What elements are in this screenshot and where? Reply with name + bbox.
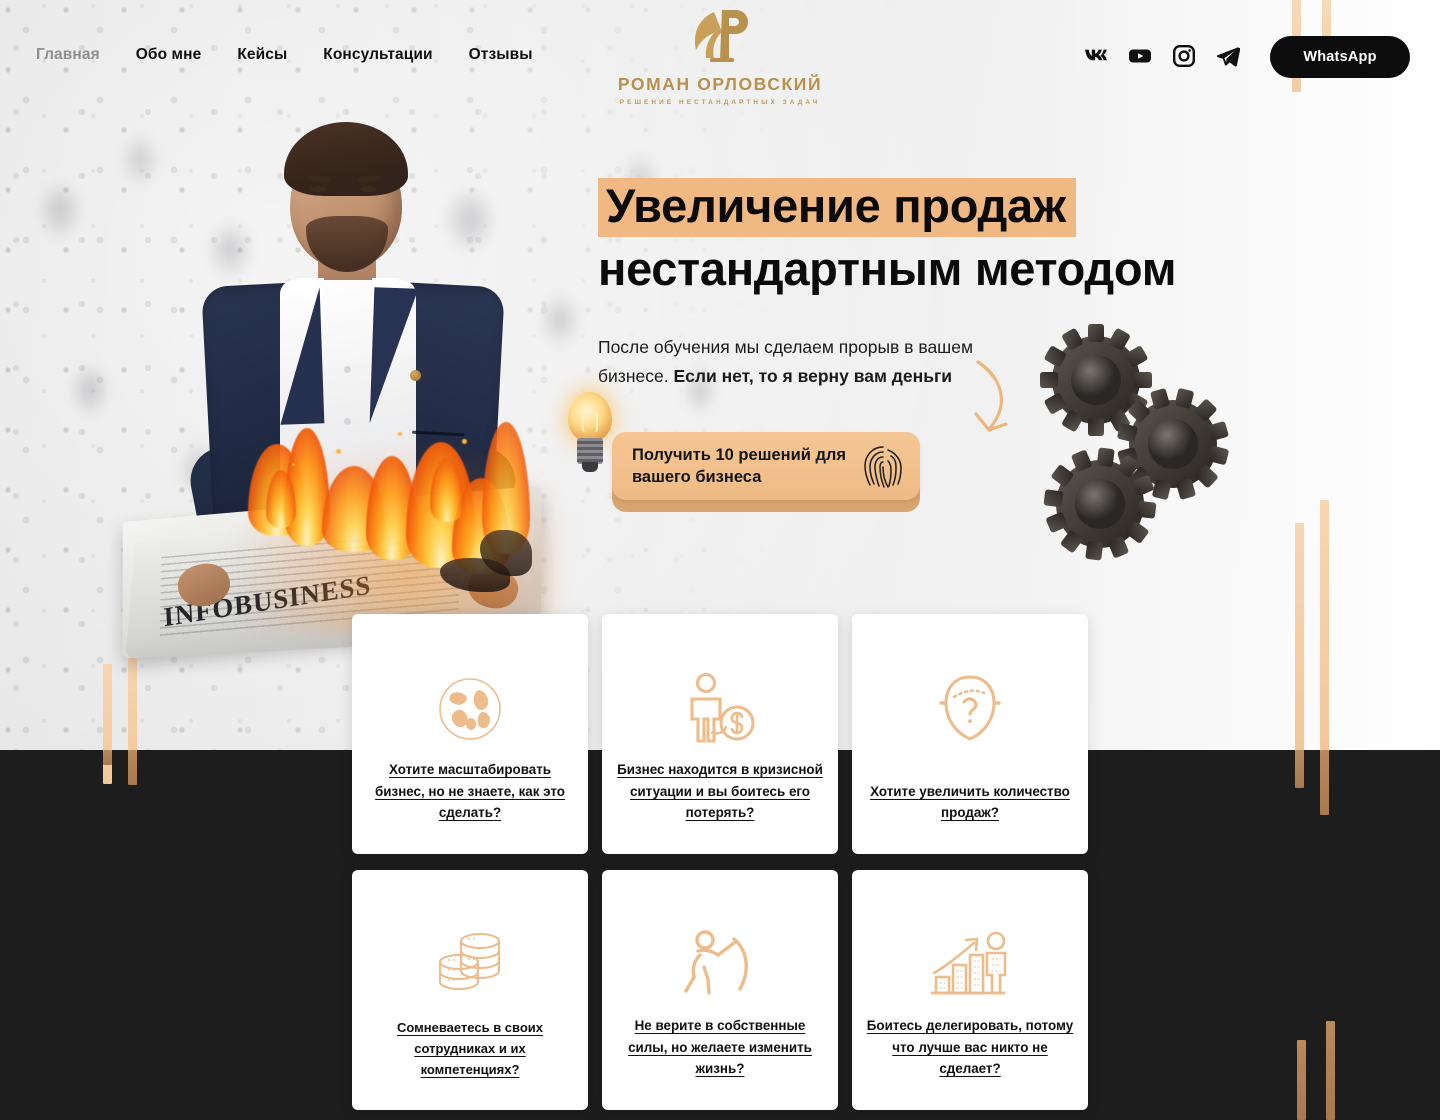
instagram-icon[interactable] xyxy=(1172,44,1196,68)
card-afraid-to-delegate[interactable]: Боитесь делегировать, потому что лучше в… xyxy=(852,870,1088,1110)
decor-bar-right-1-dark xyxy=(1320,750,1329,815)
lightbulb-icon xyxy=(562,392,620,484)
fire-flames xyxy=(230,412,560,632)
nav-item-keysy[interactable]: Кейсы xyxy=(237,46,287,64)
site-header: Главная Обо мне Кейсы Консультации Отзыв… xyxy=(0,0,1440,112)
hero-title-rest: нестандартным методом xyxy=(598,241,1177,295)
social-links xyxy=(1084,44,1240,68)
card-label: Хотите увеличить количество продаж? xyxy=(870,783,1070,821)
card-business-crisis[interactable]: Бизнес находится в кризисной ситуации и … xyxy=(602,614,838,854)
decor-bar-left-2 xyxy=(103,664,112,784)
card-doubt-employees[interactable]: Сомневаетесь в своих сотрудниках и их ко… xyxy=(352,870,588,1110)
youtube-icon[interactable] xyxy=(1128,44,1152,68)
card-increase-sales[interactable]: Хотите увеличить количество продаж? xyxy=(852,614,1088,854)
logo-tagline: РЕШЕНИЕ НЕСТАНДАРТНЫХ ЗАДАЧ xyxy=(619,99,821,106)
coins-stack-icon xyxy=(430,922,510,1008)
nav-item-otzyvy[interactable]: Отзывы xyxy=(469,46,533,64)
card-label: Бизнес находится в кризисной ситуации и … xyxy=(617,761,823,821)
site-logo[interactable]: РОМАН ОРЛОВСКИЙ РЕШЕНИЕ НЕСТАНДАРТНЫХ ЗА… xyxy=(570,8,870,106)
globe-icon xyxy=(433,666,507,752)
nav-item-obo-mne[interactable]: Обо мне xyxy=(136,46,202,64)
decor-bar-left-1-dark xyxy=(128,750,137,785)
vk-icon[interactable] xyxy=(1084,44,1108,68)
page-title: Увеличение продаж нестандартным методом xyxy=(598,178,1298,295)
get-10-solutions-button[interactable]: Получить 10 решений для вашего бизнеса xyxy=(612,432,920,500)
card-label: Хотите масштабировать бизнес, но не знае… xyxy=(375,761,565,821)
card-believe-in-yourself[interactable]: Не верите в собственные силы, но желаете… xyxy=(602,870,838,1110)
cta-button-label: Получить 10 решений для вашего бизнеса xyxy=(632,445,847,486)
hero-title-highlight: Увеличение продаж xyxy=(598,178,1076,237)
head-question-icon xyxy=(936,666,1004,752)
logo-name: РОМАН ОРЛОВСКИЙ xyxy=(617,74,823,94)
decor-bar-right-2-dark xyxy=(1295,750,1304,788)
person-pushing-icon xyxy=(678,922,762,1008)
curved-arrow-icon xyxy=(974,360,1008,432)
decor-bar-right-2 xyxy=(1295,523,1304,755)
hero-content: Увеличение продаж нестандартным методом … xyxy=(598,178,1298,390)
growth-chart-person-icon xyxy=(928,922,1012,1008)
benefit-cards-grid: Хотите масштабировать бизнес, но не знае… xyxy=(352,614,1092,1110)
logo-monogram-icon xyxy=(570,8,870,70)
card-label: Боитесь делегировать, потому что лучше в… xyxy=(866,1017,1074,1077)
person-money-icon xyxy=(680,666,760,752)
decor-bar-bottom-1 xyxy=(1326,1021,1335,1120)
decor-bar-left-2-dark xyxy=(103,750,112,765)
fingerprint-icon xyxy=(864,446,902,488)
card-label: Не верите в собственные силы, но желаете… xyxy=(628,1017,812,1077)
landing-page: INFOBUSINESS Главная Обо мне xyxy=(0,0,1440,1120)
nav-item-glavnaya[interactable]: Главная xyxy=(36,46,100,64)
card-label: Сомневаетесь в своих сотрудниках и их ко… xyxy=(396,1019,544,1077)
nav-item-konsultatsii[interactable]: Консультации xyxy=(323,46,432,64)
telegram-icon[interactable] xyxy=(1216,44,1240,68)
hero-subtitle: После обучения мы сделаем прорыв в вашем… xyxy=(598,333,1018,390)
whatsapp-button[interactable]: WhatsApp xyxy=(1270,36,1410,78)
card-scale-business[interactable]: Хотите масштабировать бизнес, но не знае… xyxy=(352,614,588,854)
hero-subtitle-bold: Если нет, то я верну вам деньги xyxy=(673,365,952,386)
decor-bar-bottom-2 xyxy=(1297,1040,1306,1120)
decor-bar-right-1 xyxy=(1320,500,1329,755)
main-navigation: Главная Обо мне Кейсы Консультации Отзыв… xyxy=(36,46,533,64)
